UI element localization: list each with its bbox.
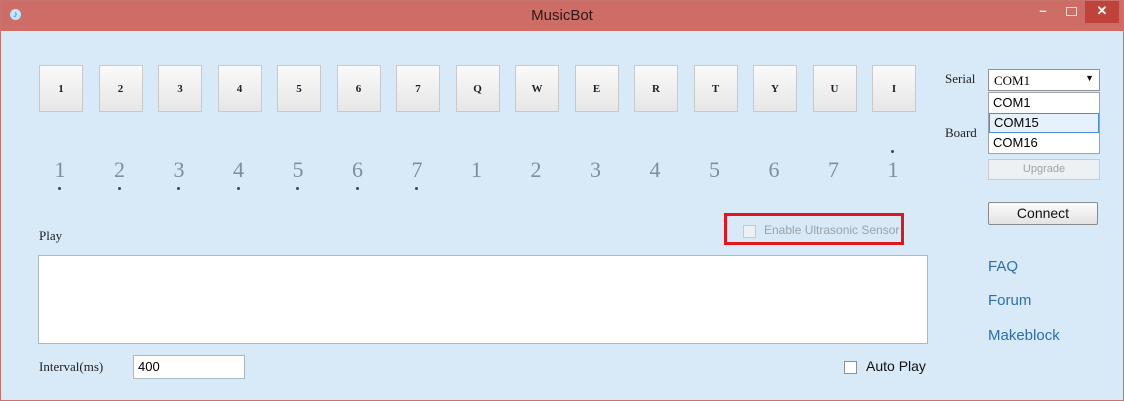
key-button-r[interactable]: R bbox=[634, 65, 678, 112]
interval-label: Interval(ms) bbox=[39, 359, 104, 374]
key-button-1[interactable]: 1 bbox=[39, 65, 83, 112]
serial-port-select[interactable]: COM1 ▼ bbox=[988, 69, 1100, 91]
faq-link[interactable]: FAQ bbox=[988, 258, 1018, 275]
key-button-7[interactable]: 7 bbox=[396, 65, 440, 112]
note-number: 2 bbox=[105, 157, 135, 190]
note-number-text: 3 bbox=[590, 157, 601, 182]
octave-dot bbox=[236, 187, 240, 190]
note-number-text: 1 bbox=[887, 157, 899, 182]
note-number: 3 bbox=[581, 157, 611, 183]
octave-dot bbox=[58, 187, 61, 190]
octave-dot bbox=[891, 150, 894, 153]
play-textarea[interactable] bbox=[38, 255, 928, 344]
auto-play-checkbox[interactable] bbox=[844, 361, 857, 374]
note-number-text: 7 bbox=[828, 157, 839, 182]
serial-selected-value: COM1 bbox=[994, 73, 1031, 88]
note-number: 7 bbox=[402, 157, 432, 190]
note-number: 7 bbox=[819, 157, 849, 183]
octave-dot bbox=[117, 187, 121, 190]
key-button-3[interactable]: 3 bbox=[158, 65, 202, 112]
serial-label: Serial bbox=[945, 71, 976, 86]
octave-dot bbox=[415, 187, 418, 190]
note-number: 1 bbox=[45, 157, 75, 190]
note-number: 2 bbox=[521, 157, 551, 183]
close-button[interactable]: ✕ bbox=[1085, 1, 1119, 23]
key-button-q[interactable]: Q bbox=[455, 65, 500, 112]
key-button-y[interactable]: Y bbox=[753, 65, 797, 112]
window-title: MusicBot bbox=[531, 7, 593, 24]
musicbot-window: ♪ MusicBot – ✕ 1234567QWERTYUI 123456712… bbox=[0, 0, 1124, 401]
ultrasonic-sensor-label: Enable Ultrasonic Sensor bbox=[764, 223, 900, 237]
note-number-text: 5 bbox=[709, 157, 720, 182]
note-number-text: 4 bbox=[233, 157, 244, 182]
play-label: Play bbox=[39, 228, 63, 243]
serial-option-com16[interactable]: COM16 bbox=[989, 133, 1099, 153]
note-number: 1 bbox=[462, 157, 492, 183]
note-number: 4 bbox=[224, 157, 254, 190]
note-number-text: 3 bbox=[173, 157, 185, 182]
connect-button[interactable]: Connect bbox=[988, 202, 1098, 225]
serial-option-com15[interactable]: COM15 bbox=[989, 113, 1099, 133]
makeblock-link[interactable]: Makeblock bbox=[988, 327, 1060, 344]
octave-dot bbox=[177, 187, 180, 190]
note-number-text: 5 bbox=[292, 157, 304, 182]
interval-input[interactable]: 400 bbox=[133, 355, 245, 379]
note-number-text: 2 bbox=[530, 157, 542, 182]
octave-dot bbox=[296, 187, 299, 190]
octave-dot bbox=[355, 187, 359, 190]
note-number-text: 6 bbox=[768, 157, 780, 182]
upgrade-button[interactable]: Upgrade bbox=[988, 159, 1100, 180]
minimize-button[interactable]: – bbox=[1029, 1, 1057, 23]
note-number: 5 bbox=[283, 157, 313, 190]
ultrasonic-sensor-checkbox[interactable] bbox=[743, 225, 756, 238]
maximize-icon bbox=[1065, 7, 1077, 16]
note-number: 5 bbox=[700, 157, 730, 183]
serial-option-com1[interactable]: COM1 bbox=[989, 93, 1099, 113]
key-button-u[interactable]: U bbox=[812, 65, 857, 112]
key-button-t[interactable]: T bbox=[693, 65, 738, 112]
maximize-button[interactable] bbox=[1057, 1, 1085, 23]
note-number-text: 6 bbox=[352, 157, 363, 182]
note-number-text: 7 bbox=[411, 157, 423, 182]
key-button-i[interactable]: I bbox=[872, 65, 916, 112]
auto-play-label: Auto Play bbox=[866, 358, 926, 374]
board-label: Board bbox=[945, 125, 977, 140]
ultrasonic-sensor-highlight: Enable Ultrasonic Sensor bbox=[724, 213, 904, 245]
note-number: 4 bbox=[640, 157, 670, 183]
key-button-w[interactable]: W bbox=[515, 65, 559, 112]
note-number: 6 bbox=[759, 157, 789, 183]
key-button-4[interactable]: 4 bbox=[217, 65, 262, 112]
title-bar[interactable]: ♪ MusicBot – ✕ bbox=[1, 1, 1123, 31]
note-number-text: 2 bbox=[114, 157, 125, 182]
key-button-2[interactable]: 2 bbox=[98, 65, 143, 112]
note-number-text: 4 bbox=[649, 157, 661, 182]
key-button-6[interactable]: 6 bbox=[336, 65, 381, 112]
serial-port-dropdown-list: COM1 COM15 COM16 bbox=[988, 92, 1100, 154]
note-number: 6 bbox=[343, 157, 373, 190]
note-number: 1 bbox=[878, 150, 908, 183]
dropdown-arrow-icon[interactable]: ▼ bbox=[1085, 73, 1094, 83]
note-number-text: 1 bbox=[54, 157, 66, 182]
forum-link[interactable]: Forum bbox=[988, 292, 1031, 309]
note-number: 3 bbox=[164, 157, 194, 190]
key-button-5[interactable]: 5 bbox=[277, 65, 321, 112]
key-button-e[interactable]: E bbox=[574, 65, 619, 112]
note-number-text: 1 bbox=[471, 157, 482, 182]
